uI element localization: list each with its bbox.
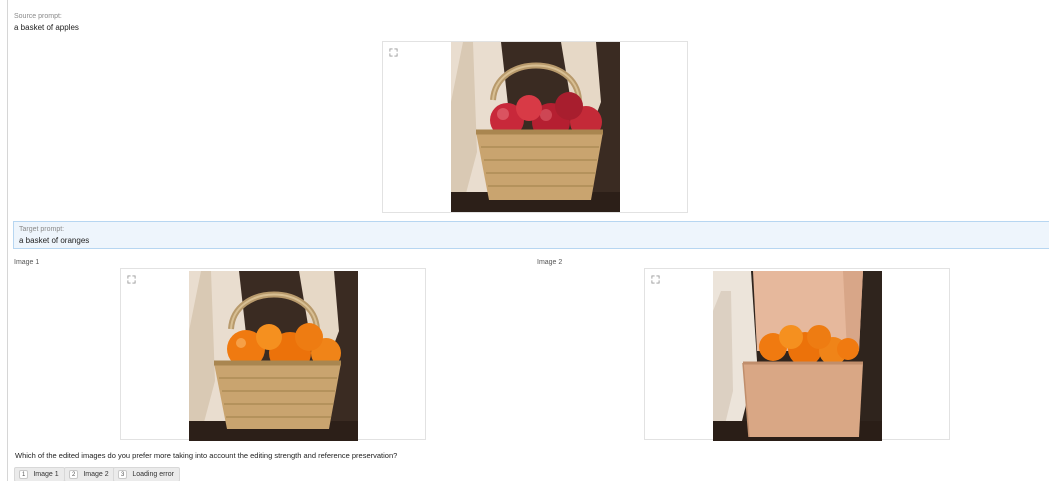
image-2-label: Image 2 <box>537 259 563 266</box>
target-prompt-label: Target prompt: <box>19 226 65 233</box>
answer-button-image-2[interactable]: 2 Image 2 <box>64 467 115 481</box>
question-text: Which of the edited images do you prefer… <box>15 451 398 460</box>
hotkey-badge: 1 <box>19 470 29 479</box>
answer-label: Image 1 <box>33 471 59 478</box>
image-1-label: Image 1 <box>14 259 40 266</box>
image-2-frame[interactable] <box>644 268 950 441</box>
source-image-frame[interactable] <box>382 41 688 213</box>
hotkey-badge: 2 <box>69 470 79 479</box>
image-1 <box>189 271 358 441</box>
target-prompt-text: a basket of oranges <box>19 236 90 245</box>
expand-icon[interactable] <box>651 275 660 284</box>
source-prompt-label: Source prompt: <box>14 13 62 20</box>
answer-label: Image 2 <box>83 471 109 478</box>
image-2 <box>713 271 882 441</box>
answer-label: Loading error <box>132 471 174 478</box>
answer-button-image-1[interactable]: 1 Image 1 <box>14 467 65 481</box>
source-prompt-text: a basket of apples <box>14 23 79 32</box>
image-1-frame[interactable] <box>120 268 426 441</box>
expand-icon[interactable] <box>389 48 398 57</box>
answer-button-loading-error[interactable]: 3 Loading error <box>113 467 180 481</box>
target-prompt-box <box>13 221 1049 249</box>
expand-icon[interactable] <box>127 275 136 284</box>
hotkey-badge: 3 <box>118 470 128 479</box>
left-rule <box>7 0 8 481</box>
source-image <box>451 42 620 212</box>
